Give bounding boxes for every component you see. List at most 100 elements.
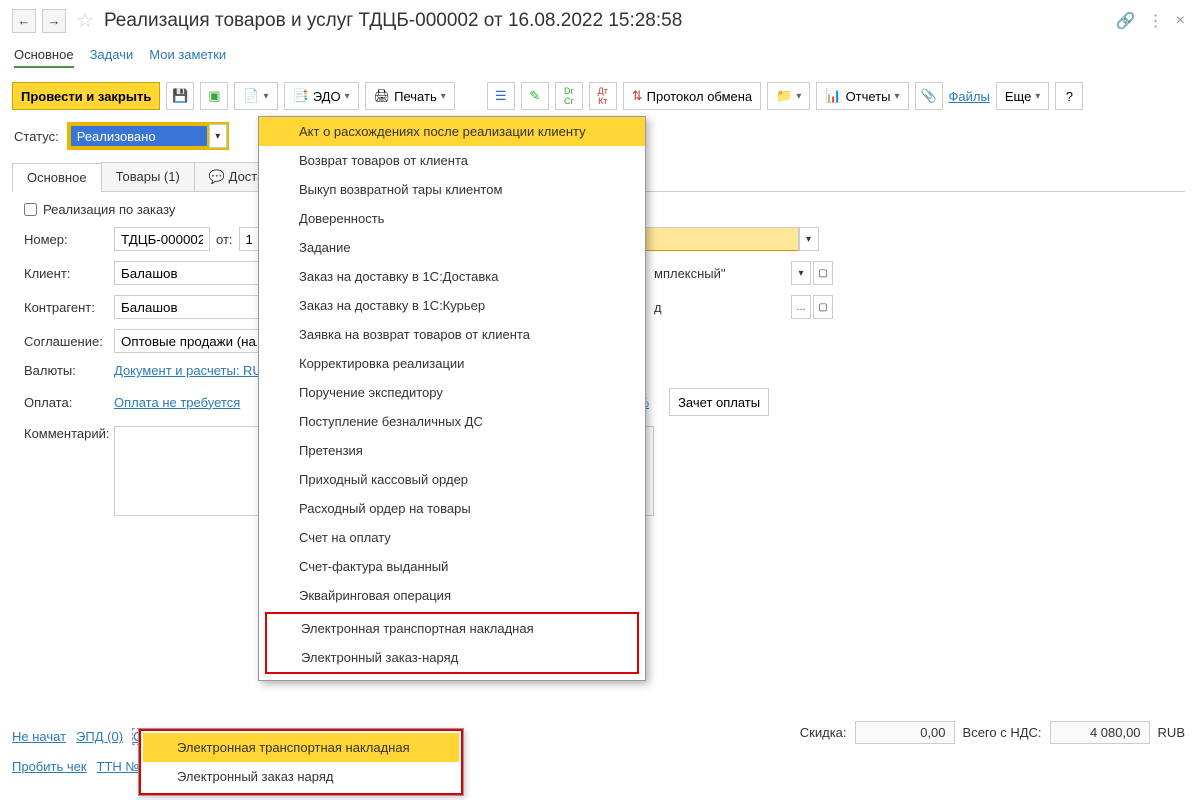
- menu-item[interactable]: Эквайринговая операция: [259, 581, 645, 610]
- comment-label: Комментарий:: [24, 426, 114, 441]
- submenu-item[interactable]: Электронный заказ наряд: [143, 762, 459, 791]
- wh-dots[interactable]: …: [791, 295, 811, 319]
- save-icon: 💾: [172, 88, 188, 104]
- tab-goods[interactable]: Товары (1): [101, 162, 195, 191]
- receipt-link[interactable]: Пробить чек: [12, 759, 87, 774]
- reports-button[interactable]: 📊Отчеты▾: [816, 82, 908, 110]
- menu-item[interactable]: Претензия: [259, 436, 645, 465]
- menu-item[interactable]: Заказ на доставку в 1С:Доставка: [259, 262, 645, 291]
- close-icon[interactable]: ×: [1176, 12, 1185, 30]
- client-label: Клиент:: [24, 266, 114, 281]
- bottom-row2: Пробить чек ТТН №: [12, 759, 139, 774]
- menu-item[interactable]: Доверенность: [259, 204, 645, 233]
- nav-back[interactable]: ←: [12, 9, 36, 33]
- wh-open[interactable]: ▢: [813, 295, 833, 319]
- sub-nav: Основное Задачи Мои заметки: [0, 41, 1197, 74]
- comment-icon: 💬: [209, 169, 225, 184]
- tab-main[interactable]: Основное: [12, 163, 102, 192]
- nav-forward[interactable]: →: [42, 9, 66, 33]
- contractor-input[interactable]: [114, 295, 264, 319]
- agreement-label: Соглашение:: [24, 334, 114, 349]
- status-input[interactable]: Реализовано: [69, 124, 209, 148]
- menu-dots-icon[interactable]: ⋮: [1148, 11, 1164, 31]
- post-button[interactable]: ▣: [200, 82, 228, 110]
- print-button[interactable]: 🖨Печать▾: [365, 82, 455, 110]
- subnav-notes[interactable]: Мои заметки: [149, 47, 226, 68]
- list-button[interactable]: ☰: [487, 82, 515, 110]
- menu-item[interactable]: Приходный кассовый ордер: [259, 465, 645, 494]
- menu-item[interactable]: Электронный заказ-наряд: [267, 643, 637, 672]
- more-button[interactable]: Еще▾: [996, 82, 1049, 110]
- save-close-button[interactable]: Провести и закрыть: [12, 82, 160, 110]
- epd-link[interactable]: ЭПД (0): [76, 729, 123, 744]
- menu-item[interactable]: Выкуп возвратной тары клиентом: [259, 175, 645, 204]
- menu-item[interactable]: Корректировка реализации: [259, 349, 645, 378]
- by-order-checkbox[interactable]: [24, 203, 37, 216]
- number-input[interactable]: [114, 227, 210, 251]
- submenu-item[interactable]: Электронная транспортная накладная: [143, 733, 459, 762]
- dtkt-button[interactable]: ДтКт: [589, 82, 617, 110]
- agreement-input[interactable]: [114, 329, 264, 353]
- offset-button[interactable]: Зачет оплаты: [669, 388, 769, 416]
- contractor-label: Контрагент:: [24, 300, 114, 315]
- complex-picker[interactable]: ▾: [791, 261, 811, 285]
- chart-icon: 📊: [825, 88, 841, 104]
- edit-button[interactable]: ✎: [521, 82, 549, 110]
- list-icon: ☰: [495, 88, 507, 104]
- client-input[interactable]: [114, 261, 264, 285]
- attach-button[interactable]: 📎: [915, 82, 943, 110]
- totals: Скидка: 0,00 Всего с НДС: 4 080,00 RUB: [800, 721, 1185, 744]
- toolbar: Провести и закрыть 💾 ▣ 📄▾ 📑ЭДО▾ 🖨Печать▾…: [0, 74, 1197, 118]
- dtcr-button[interactable]: DrCr: [555, 82, 583, 110]
- link-icon[interactable]: 🔗: [1116, 11, 1136, 31]
- folder-icon: 📁: [776, 88, 792, 104]
- protocol-button[interactable]: ⇅Протокол обмена: [623, 82, 761, 110]
- status-label: Статус:: [14, 129, 59, 144]
- pencil-icon: ✎: [529, 88, 540, 104]
- header-bar: ← → ☆ Реализация товаров и услуг ТДЦБ-00…: [0, 0, 1197, 41]
- payment-link[interactable]: Оплата не требуется: [114, 395, 240, 410]
- protocol-icon: ⇅: [632, 88, 643, 104]
- files-link[interactable]: Файлы: [949, 89, 990, 104]
- date-input[interactable]: [239, 227, 259, 251]
- menu-item[interactable]: Поручение экспедитору: [259, 378, 645, 407]
- status-dropdown-icon[interactable]: ▾: [209, 124, 227, 148]
- edo-button[interactable]: 📑ЭДО▾: [284, 82, 359, 110]
- total-label: Всего с НДС:: [963, 725, 1042, 740]
- favorite-icon[interactable]: ☆: [76, 8, 94, 33]
- dtcr-icon: DrCr: [564, 86, 574, 106]
- help-button[interactable]: ?: [1055, 82, 1083, 110]
- edo-icon: 📑: [293, 88, 309, 104]
- subnav-main[interactable]: Основное: [14, 47, 74, 68]
- save-button[interactable]: 💾: [166, 82, 194, 110]
- org-picker[interactable]: ▾: [799, 227, 819, 251]
- folder-button[interactable]: 📁▾: [767, 82, 810, 110]
- doc-plus-icon: 📄: [243, 88, 259, 104]
- clip-icon: 📎: [920, 88, 936, 104]
- menu-item[interactable]: Поступление безналичных ДС: [259, 407, 645, 436]
- complex-open[interactable]: ▢: [813, 261, 833, 285]
- org-input[interactable]: [639, 227, 799, 251]
- menu-item[interactable]: Задание: [259, 233, 645, 262]
- menu-item[interactable]: Электронная транспортная накладная: [267, 614, 637, 643]
- epd-submenu: Электронная транспортная накладная Элект…: [138, 728, 464, 796]
- ttn-link[interactable]: ТТН №: [97, 759, 140, 774]
- menu-item[interactable]: Счет на оплату: [259, 523, 645, 552]
- menu-item[interactable]: Заказ на доставку в 1С:Курьер: [259, 291, 645, 320]
- warehouse-text: д: [654, 300, 662, 315]
- post-icon: ▣: [208, 88, 220, 104]
- currencies-link[interactable]: Документ и расчеты: RU: [114, 363, 262, 378]
- discount-value: 0,00: [855, 721, 955, 744]
- menu-item[interactable]: Расходный ордер на товары: [259, 494, 645, 523]
- create-based-button[interactable]: 📄▾: [234, 82, 277, 110]
- subnav-tasks[interactable]: Задачи: [90, 47, 134, 68]
- currencies-label: Валюты:: [24, 363, 114, 378]
- menu-item[interactable]: Счет-фактура выданный: [259, 552, 645, 581]
- currency-label: RUB: [1158, 725, 1185, 740]
- create-based-menu: Акт о расхождениях после реализации клие…: [258, 116, 646, 681]
- total-value: 4 080,00: [1050, 721, 1150, 744]
- menu-item[interactable]: Заявка на возврат товаров от клиента: [259, 320, 645, 349]
- menu-item[interactable]: Возврат товаров от клиента: [259, 146, 645, 175]
- not-started-link[interactable]: Не начат: [12, 729, 66, 744]
- menu-item[interactable]: Акт о расхождениях после реализации клие…: [259, 117, 645, 146]
